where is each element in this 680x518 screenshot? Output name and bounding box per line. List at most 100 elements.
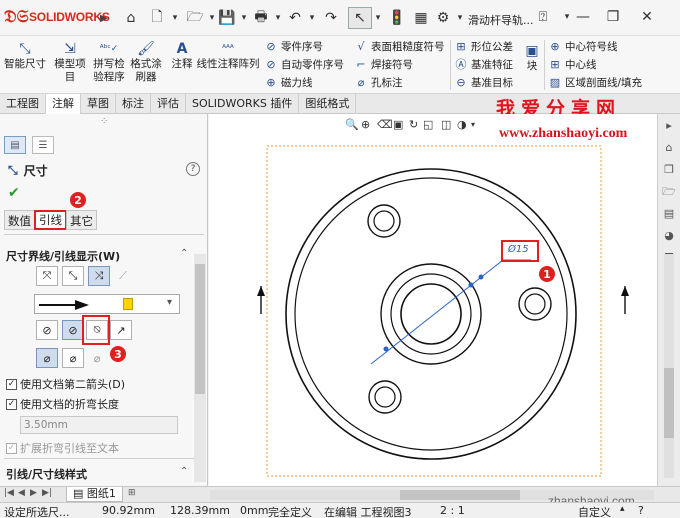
magnetic-line-button[interactable]: ⊕ 磁力线 (264, 74, 312, 90)
balloon-button[interactable]: ⊘ 零件序号 (264, 38, 323, 54)
property-manager-tab-icon[interactable]: ▤ (4, 136, 26, 154)
panel-grip-icon[interactable]: ⁘ (100, 116, 108, 127)
print-icon[interactable]: 🖶 (250, 7, 272, 29)
new-dropdown-icon[interactable]: ▾ (168, 7, 182, 29)
select-cursor-icon[interactable]: ↖ (348, 7, 372, 29)
tab-sketch[interactable]: 草图 (81, 94, 116, 114)
first-sheet-icon[interactable]: |◀ (4, 488, 14, 498)
drawing-canvas[interactable]: 🔍 ⊕ ⌫ ▣ ↻ ◱ ◫ ◑ ▾ www.zhanshaoyi.com Ø15… (209, 114, 657, 486)
view-palette-icon[interactable]: ▤ (661, 206, 677, 222)
status-scale[interactable]: 2 : 1 (440, 504, 465, 517)
last-sheet-icon[interactable]: ▶| (42, 488, 52, 498)
status-help-icon[interactable]: ? (638, 504, 644, 517)
center-mark-button[interactable]: ⊕ 中心符号线 (548, 38, 617, 54)
help-icon[interactable]: ? (186, 162, 200, 176)
dimension-handle-icon[interactable] (478, 274, 484, 280)
area-hatch-button[interactable]: ▨ 区域剖面线/填充 (548, 74, 642, 90)
format-painter-button[interactable]: 🖌 格式涂 刷器 (128, 40, 164, 84)
tab-markup[interactable]: 标注 (116, 94, 151, 114)
vertical-scrollbar[interactable] (664, 254, 674, 478)
restore-icon[interactable]: ❐ (602, 6, 624, 28)
save-icon[interactable]: 💾 (216, 7, 238, 29)
tab-drawing[interactable]: 工程图 (0, 94, 46, 114)
subtab-value[interactable]: 数值 (4, 210, 35, 230)
undo-dropdown-icon[interactable]: ▾ (306, 7, 318, 29)
section-arrow-right-icon[interactable] (621, 286, 629, 296)
expand-arrow-icon[interactable]: ▸ (661, 118, 677, 134)
tab-addins[interactable]: SOLIDWORKS 插件 (186, 94, 300, 114)
leader-open-icon[interactable]: ⌀ (36, 348, 58, 368)
file-properties-icon[interactable]: ▦ (410, 7, 432, 29)
collapse-chevron-icon[interactable]: ⌃ (180, 248, 188, 259)
model-items-button[interactable]: ⇲ 模型项 目 (50, 40, 90, 84)
centerline-button[interactable]: ⊞ 中心线 (548, 56, 596, 72)
bend-length-checkbox-row[interactable]: ✓ 使用文档的折弯长度 (6, 396, 119, 412)
leader-two-arrows-icon[interactable]: ⌀ (86, 348, 108, 368)
home-icon[interactable]: ⌂ (120, 7, 142, 29)
extend-bent-leader-checkbox[interactable]: ✓ (6, 442, 17, 454)
appearances-icon[interactable]: ◕ (661, 228, 677, 244)
dimension-handle-icon[interactable] (383, 346, 389, 352)
outer-inner-circle[interactable] (294, 177, 568, 451)
open-folder-icon[interactable]: 🗁 (184, 7, 206, 29)
hub-outer-circle[interactable] (380, 263, 482, 365)
previous-sheet-icon[interactable]: ◀ (18, 488, 25, 498)
second-arrow-checkbox[interactable]: ✓ (6, 378, 17, 390)
hub-bore-circle[interactable] (400, 283, 462, 345)
datum-target-button[interactable]: ⊖ 基准目标 (454, 74, 513, 90)
note-button[interactable]: A 注释 (168, 40, 196, 71)
geometric-tolerance-button[interactable]: ⊞ 形位公差 (454, 38, 513, 54)
bolt-hole-bottom[interactable] (368, 380, 402, 414)
dimension-handle-icon[interactable] (468, 282, 474, 288)
new-document-icon[interactable]: 🗋 (146, 7, 168, 29)
hole-callout-button[interactable]: ⌀ 孔标注 (354, 74, 403, 90)
next-sheet-icon[interactable]: ▶ (30, 488, 37, 498)
minimize-icon[interactable]: — (572, 6, 594, 28)
second-arrow-checkbox-row[interactable]: ✓ 使用文档第二箭头(D) (6, 376, 125, 392)
datum-feature-button[interactable]: Ⓐ 基准特征 (454, 56, 514, 72)
weld-symbol-button[interactable]: ⌐ 焊接符号 (354, 56, 413, 72)
sheet-tab[interactable]: ▤ 图纸1 (66, 487, 123, 502)
panel-scroll-thumb[interactable] (195, 264, 205, 394)
bolt-hole-bottom-inner[interactable] (374, 386, 396, 408)
tab-annotation[interactable]: 注解 (46, 94, 81, 114)
section-arrow-left-icon[interactable] (257, 286, 265, 296)
bolt-hole-right-inner[interactable] (524, 293, 546, 315)
witness-line-smart-icon[interactable]: ⤨ (88, 266, 110, 286)
options-gear-icon[interactable]: ⚙ (432, 7, 454, 29)
tab-sheet-format[interactable]: 图纸格式 (299, 94, 357, 114)
leader-diameter-icon[interactable]: ⊘ (62, 320, 84, 340)
witness-line-outside-icon[interactable]: ⤧ (36, 266, 58, 286)
leader-foreshortened-icon[interactable]: ↗ (110, 320, 132, 340)
spell-checker-button[interactable]: ᴬᵇᶜ✓ 拼写检 验程序 (92, 40, 126, 84)
help-icon[interactable]: ⍰ (532, 6, 554, 28)
hub-mid-circle[interactable] (390, 273, 472, 355)
subtab-other[interactable]: 其它 (66, 210, 97, 230)
rebuild-traffic-light-icon[interactable]: 🚦 (388, 7, 406, 29)
extend-bent-leader-checkbox-row[interactable]: ✓ 扩展折弯引线至文本 (6, 440, 119, 456)
bolt-hole-top-inner[interactable] (373, 210, 395, 232)
save-dropdown-icon[interactable]: ▾ (238, 7, 250, 29)
surface-finish-button[interactable]: √ 表面粗糙度符号 (354, 38, 444, 54)
bend-length-input[interactable]: 3.50mm (20, 416, 178, 434)
auto-balloon-button[interactable]: ⊘ 自动零件序号 (264, 56, 344, 72)
close-icon[interactable]: ✕ (636, 6, 658, 28)
smart-dimension-button[interactable]: ⤡ 智能尺寸 (4, 40, 46, 71)
select-dropdown-icon[interactable]: ▾ (372, 7, 384, 29)
collapse-chevron-icon[interactable]: ⌃ (180, 466, 188, 477)
leader-radial-icon[interactable]: ⊘ (36, 320, 58, 340)
feature-tree-tab-icon[interactable]: ☰ (32, 136, 54, 154)
witness-line-inside-icon[interactable]: ⤡ (62, 266, 84, 286)
app-brand[interactable]: 𝔇𝔖 SOLIDWORKS (4, 6, 110, 28)
view-boundary[interactable] (266, 145, 602, 477)
units-dropdown-icon[interactable]: ▴ (620, 504, 625, 514)
file-explorer-icon[interactable]: 🗁 (661, 184, 677, 200)
options-dropdown-icon[interactable]: ▾ (454, 7, 466, 29)
leader-closed-icon[interactable]: ⌀ (62, 348, 84, 368)
resources-home-icon[interactable]: ⌂ (661, 140, 677, 156)
horizontal-scroll-thumb[interactable] (400, 490, 520, 500)
status-units[interactable]: 自定义 (578, 504, 611, 518)
subtab-leaders[interactable]: 引线 (34, 210, 67, 230)
linear-note-pattern-button[interactable]: ᴬᴬᴬ 线性注释阵列 (196, 40, 260, 71)
arrow-style-select[interactable]: ▾ (34, 294, 180, 314)
